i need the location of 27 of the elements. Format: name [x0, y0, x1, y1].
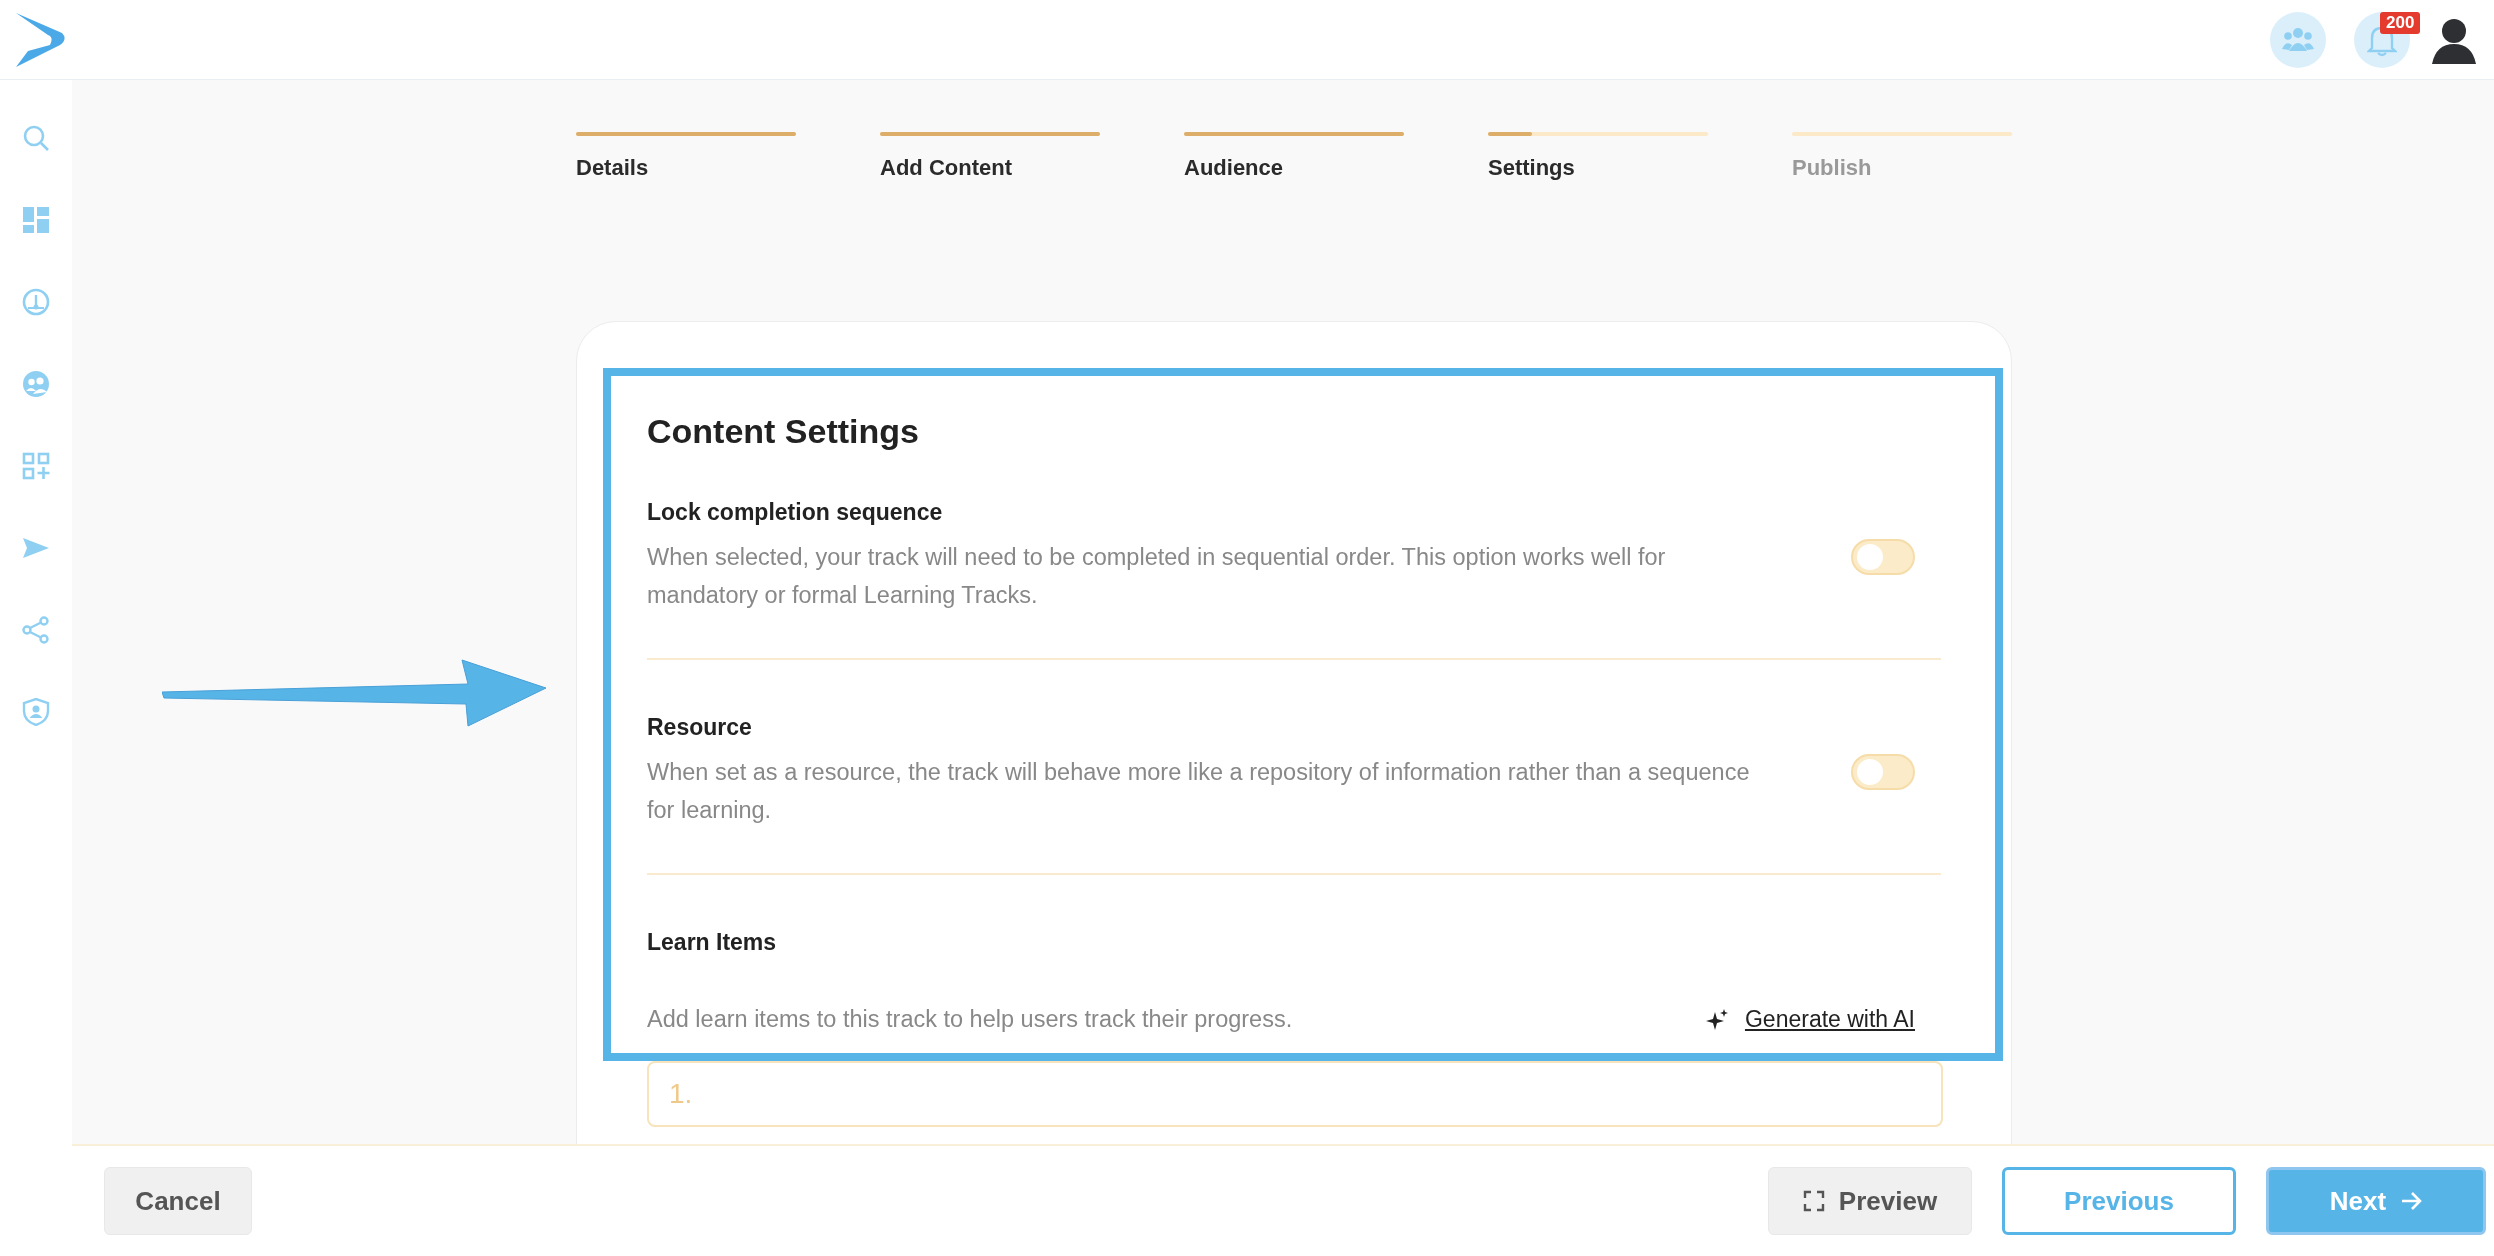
learn-item-input[interactable]: 1.	[647, 1061, 1943, 1127]
option-label: Lock completion sequence	[647, 499, 944, 526]
toggle-switch[interactable]	[1851, 538, 1915, 575]
cancel-button[interactable]: Cancel	[104, 1167, 252, 1235]
option-description: When selected, your track will need to be completed in sequential order. This option works well for mandatory or formal Learning Tracks.	[647, 543, 1667, 610]
generate-ai-link[interactable]: Generate with AI	[1704, 1006, 1915, 1033]
preview-button[interactable]: Preview	[1768, 1167, 1972, 1235]
option-label: Resource	[647, 714, 753, 741]
users-icon[interactable]	[22, 370, 50, 398]
share-icon[interactable]	[22, 616, 50, 644]
gauge-icon[interactable]	[22, 288, 50, 316]
option-description: When set as a resource, the track will behave more like a repository of information rather than a sequence for learning.	[647, 758, 1751, 825]
notification-count: 200	[2380, 12, 2421, 34]
step-tab[interactable]: Audience	[1184, 155, 1404, 181]
dashboard-icon[interactable]	[22, 206, 50, 234]
expand-icon	[1802, 1190, 1825, 1212]
arrow-right-icon	[2400, 1190, 2423, 1212]
step-tab[interactable]: Details	[576, 155, 796, 181]
learn-items-description: Add learn items to this track to help users track their progress.	[647, 1006, 1294, 1033]
apps-add-icon[interactable]	[22, 452, 50, 480]
learn-items-label: Learn Items	[647, 929, 778, 956]
shield-user-icon[interactable]	[22, 698, 50, 726]
toggle-switch[interactable]	[1851, 753, 1915, 790]
step-tab[interactable]: Settings	[1488, 155, 1708, 181]
step-tab[interactable]: Add Content	[880, 155, 1100, 181]
search-icon[interactable]	[22, 124, 50, 152]
section-title: Content Settings	[647, 412, 920, 451]
